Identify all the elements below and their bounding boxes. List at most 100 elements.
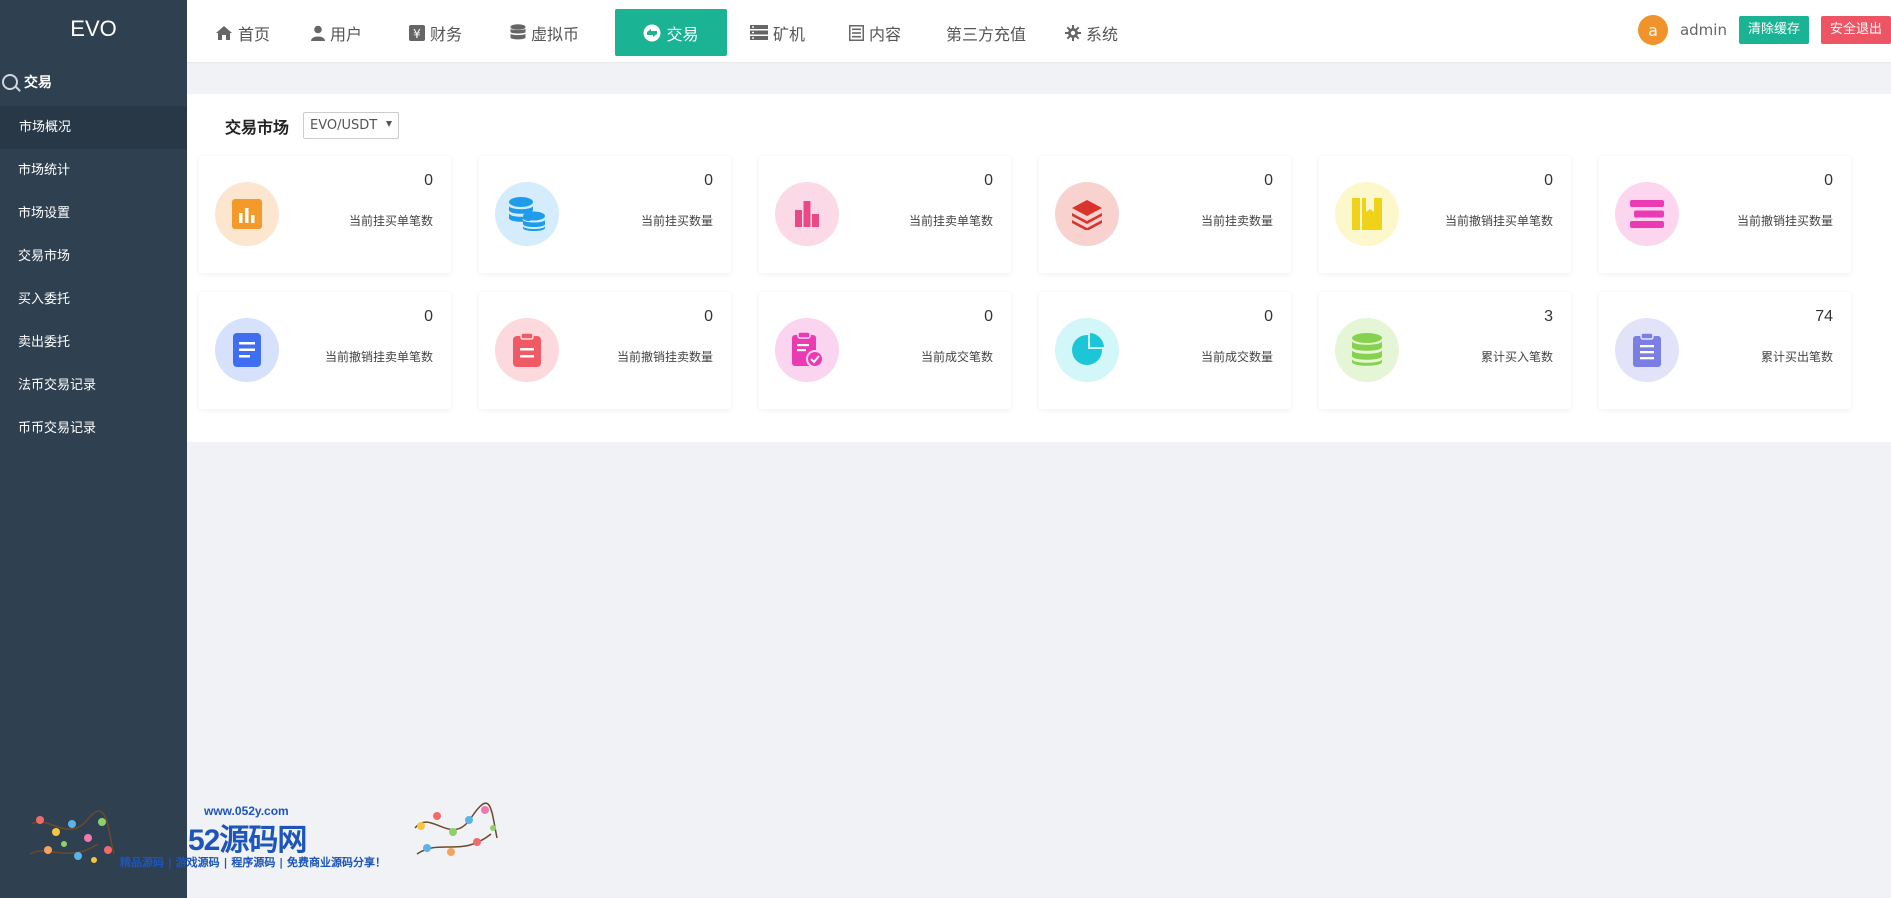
- book-icon: [1352, 198, 1382, 230]
- stat-icon-circle: [495, 318, 559, 382]
- pie-chart-icon: [1072, 333, 1104, 365]
- user-icon: [311, 25, 325, 41]
- page-title: 交易市场: [225, 117, 290, 137]
- stat-card: 74 累计买出笔数: [1599, 292, 1851, 409]
- watermark-brand: 52源码网: [188, 824, 307, 857]
- database-icon: [510, 24, 526, 41]
- stat-icon-circle: [215, 182, 279, 246]
- floral-decoration-icon: [29, 810, 115, 863]
- stat-card: 0 当前挂卖数量: [1039, 156, 1291, 273]
- stat-card: 0 当前撤销挂卖单笔数: [199, 292, 451, 409]
- stat-icon-circle: [1055, 318, 1119, 382]
- column-chart-icon: [795, 201, 819, 227]
- market-select-value: EVO/USDT: [310, 118, 378, 133]
- stat-value: 0: [984, 308, 993, 325]
- stat-card: 0 当前挂买单笔数: [199, 156, 451, 273]
- stat-icon-circle: [1615, 318, 1679, 382]
- avatar[interactable]: a: [1637, 15, 1668, 45]
- yen-icon: ¥: [409, 24, 425, 41]
- sidebar-item-market-stats[interactable]: 市场统计: [0, 149, 187, 192]
- nav-system[interactable]: 系统: [1065, 9, 1118, 56]
- clipboard-icon: [513, 333, 541, 367]
- stat-label: 当前撤销挂卖单笔数: [324, 350, 433, 364]
- app-logo[interactable]: EVO: [0, 0, 187, 58]
- nav-virtual-coin[interactable]: 虚拟币: [510, 9, 579, 56]
- nav-virtual-coin-label: 虚拟币: [531, 24, 580, 44]
- stat-value: 0: [1824, 172, 1833, 189]
- nav-users-label: 用户: [330, 24, 363, 44]
- username[interactable]: admin: [1680, 21, 1727, 39]
- sidebar-item-market-overview[interactable]: 市场概况: [0, 106, 187, 149]
- gear-icon: [1065, 24, 1081, 41]
- panel-header: 交易市场 EVO/USDT: [225, 112, 400, 139]
- stat-icon-circle: [215, 318, 279, 382]
- search-icon: [2, 74, 18, 90]
- floral-decoration-icon: [414, 802, 498, 856]
- clipboard-list-icon: [1633, 333, 1661, 367]
- stat-icon-circle: [1615, 182, 1679, 246]
- stat-label: 当前挂买数量: [640, 214, 713, 228]
- clipboard-check-icon: [792, 332, 824, 368]
- stat-icon-circle: [1055, 182, 1119, 246]
- sidebar-item-coin-records[interactable]: 币币交易记录: [0, 407, 187, 450]
- stat-icon-circle: [1335, 318, 1399, 382]
- nav-finance-label: 财务: [430, 24, 463, 44]
- coins-icon: [508, 197, 546, 231]
- nav-third-party-recharge[interactable]: 第三方充值: [946, 9, 1026, 56]
- stat-label: 当前挂卖数量: [1200, 214, 1273, 228]
- stat-label: 当前撤销挂卖数量: [616, 350, 713, 364]
- nav-miner-label: 矿机: [773, 24, 806, 44]
- stat-label: 当前挂买单笔数: [348, 214, 433, 228]
- nav-system-label: 系统: [1086, 24, 1119, 44]
- trade-market-panel: 交易市场 EVO/USDT 0 当前挂买单笔数 0 当前挂买数量 0 当前挂卖单…: [187, 94, 1891, 442]
- stack-icon: [1630, 200, 1664, 228]
- stat-card: 0 当前成交数量: [1039, 292, 1291, 409]
- stat-icon-circle: [775, 318, 839, 382]
- stat-value: 0: [1264, 172, 1273, 189]
- sidebar: EVO 交易 市场概况 市场统计 市场设置 交易市场 买入委托 卖出委托 法币交…: [0, 0, 187, 898]
- stat-label: 当前撤销挂买数量: [1736, 214, 1833, 228]
- nav-home[interactable]: 首页: [215, 9, 270, 56]
- stat-card: 0 当前挂买数量: [479, 156, 731, 273]
- nav-content-label: 内容: [869, 24, 902, 44]
- user-area: a admin 清除缓存 安全退出: [1637, 14, 1891, 46]
- stat-card: 0 当前撤销挂买数量: [1599, 156, 1851, 273]
- stat-label: 当前成交数量: [1200, 350, 1273, 364]
- list-icon: [849, 24, 864, 41]
- stat-value: 74: [1815, 308, 1833, 325]
- sidebar-item-market-settings[interactable]: 市场设置: [0, 192, 187, 235]
- stat-value: 0: [1264, 308, 1273, 325]
- database-icon: [1352, 333, 1382, 366]
- nav-content[interactable]: 内容: [849, 9, 901, 56]
- stat-card: 0 当前撤销挂卖数量: [479, 292, 731, 409]
- clear-cache-button[interactable]: 清除缓存: [1738, 16, 1809, 44]
- stat-label: 累计买出笔数: [1760, 350, 1833, 364]
- logout-button[interactable]: 安全退出: [1820, 16, 1891, 44]
- sidebar-item-buy-orders[interactable]: 买入委托: [0, 278, 187, 321]
- sidebar-section-trade[interactable]: 交易: [0, 58, 187, 106]
- stat-value: 0: [704, 172, 713, 189]
- sidebar-item-fiat-records[interactable]: 法币交易记录: [0, 364, 187, 407]
- stat-label: 当前撤销挂买单笔数: [1444, 214, 1553, 228]
- nav-trade[interactable]: 交易: [615, 9, 727, 56]
- layers-icon: [1072, 200, 1102, 230]
- exchange-icon: [643, 24, 661, 42]
- stat-card: 0 当前成交笔数: [759, 292, 1011, 409]
- svg-text:¥: ¥: [413, 27, 421, 41]
- nav-third-party-label: 第三方充值: [946, 24, 1027, 44]
- sidebar-item-sell-orders[interactable]: 卖出委托: [0, 321, 187, 364]
- sidebar-item-trade-market[interactable]: 交易市场: [0, 235, 187, 278]
- market-select[interactable]: EVO/USDT: [303, 112, 400, 139]
- stat-value: 3: [1544, 308, 1553, 325]
- nav-users[interactable]: 用户: [311, 9, 362, 56]
- stat-card: 0 当前撤销挂买单笔数: [1319, 156, 1571, 273]
- nav-finance[interactable]: ¥ 财务: [409, 9, 462, 56]
- stat-card: 0 当前挂卖单笔数: [759, 156, 1011, 273]
- stat-label: 当前成交笔数: [920, 350, 993, 364]
- nav-miner[interactable]: 矿机: [750, 9, 805, 56]
- stat-value: 0: [1544, 172, 1553, 189]
- top-navbar: 首页 用户 ¥ 财务 虚拟币 交易 矿机 内容 第三方充值 系统 a admin…: [187, 0, 1891, 63]
- bar-chart-icon: [232, 199, 262, 229]
- nav-trade-label: 交易: [666, 24, 699, 44]
- stat-icon-circle: [495, 182, 559, 246]
